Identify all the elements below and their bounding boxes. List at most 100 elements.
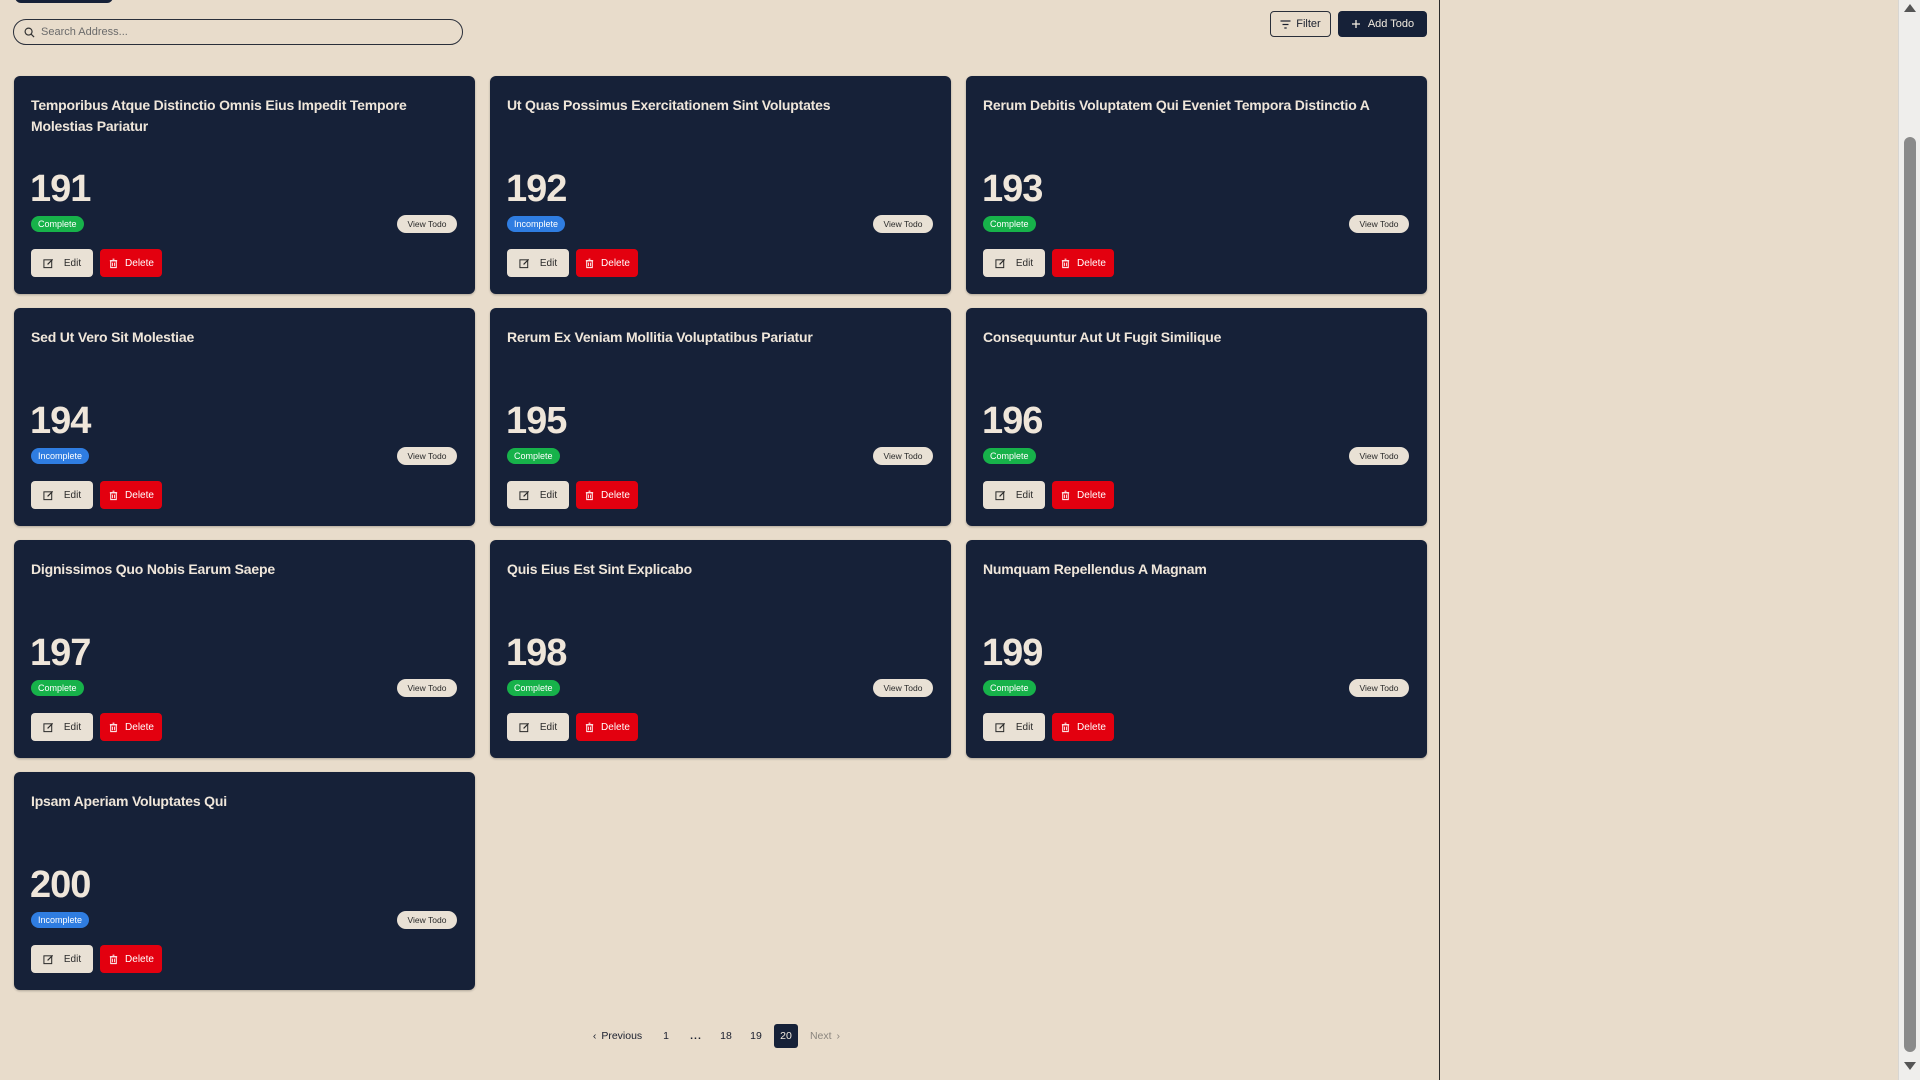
trash-icon (584, 258, 595, 269)
delete-button[interactable]: Delete (1052, 249, 1114, 277)
search-input[interactable] (41, 26, 462, 38)
edit-button[interactable]: Edit (983, 249, 1045, 277)
todo-id: 195 (506, 400, 567, 442)
todo-title: Quis Eius Est Sint Explicabo (507, 561, 692, 577)
view-todo-button[interactable]: View Todo (397, 679, 457, 697)
filter-button[interactable]: Filter (1270, 11, 1331, 37)
filter-icon (1280, 19, 1291, 29)
edit-button[interactable]: Edit (507, 713, 569, 741)
next-label: Next (809, 1030, 832, 1042)
add-todo-button[interactable]: Add Todo (1338, 11, 1427, 37)
trash-icon (1060, 258, 1071, 269)
todo-title: Temporibus Atque Distinctio Omnis Eius I… (31, 97, 407, 134)
todo-id: 199 (982, 632, 1043, 674)
todo-id: 193 (982, 168, 1043, 210)
edit-label: Edit (539, 721, 558, 733)
trash-icon (108, 258, 119, 269)
delete-label: Delete (601, 489, 630, 501)
edit-icon (43, 258, 54, 269)
scrollbar[interactable] (1898, 0, 1920, 1080)
view-todo-button[interactable]: View Todo (873, 679, 933, 697)
status-badge: Complete (507, 680, 560, 696)
edit-label: Edit (1015, 257, 1034, 269)
page-link[interactable]: 1 (654, 1024, 678, 1048)
delete-button[interactable]: Delete (100, 249, 162, 277)
delete-label: Delete (125, 953, 154, 965)
todo-title: Rerum Ex Veniam Mollitia Voluptatibus Pa… (507, 329, 813, 345)
edit-button[interactable]: Edit (31, 481, 93, 509)
view-todo-button[interactable]: View Todo (397, 911, 457, 929)
view-todo-button[interactable]: View Todo (397, 447, 457, 465)
status-badge: Complete (983, 448, 1036, 464)
status-badge: Incomplete (31, 912, 90, 928)
status-badge: Complete (31, 216, 84, 232)
chevron-right-icon: › (836, 1030, 841, 1042)
add-todo-label: Add Todo (1367, 18, 1415, 30)
delete-label: Delete (601, 721, 630, 733)
view-todo-button[interactable]: View Todo (397, 215, 457, 233)
delete-button[interactable]: Delete (100, 713, 162, 741)
status-badge: Incomplete (507, 216, 566, 232)
edit-button[interactable]: Edit (507, 481, 569, 509)
view-todo-button[interactable]: View Todo (1349, 679, 1409, 697)
delete-button[interactable]: Delete (1052, 713, 1114, 741)
delete-button[interactable]: Delete (576, 249, 638, 277)
todo-id: 192 (506, 168, 567, 210)
delete-label: Delete (1077, 257, 1106, 269)
edit-label: Edit (63, 257, 82, 269)
edit-label: Edit (63, 953, 82, 965)
todo-title: Consequuntur Aut Ut Fugit Similique (983, 329, 1222, 345)
todo-card: Consequuntur Aut Ut Fugit Similique 196 Co… (966, 308, 1427, 526)
edit-button[interactable]: Edit (983, 713, 1045, 741)
delete-label: Delete (1077, 489, 1106, 501)
trash-icon (1060, 490, 1071, 501)
edit-icon (995, 722, 1006, 733)
trash-icon (108, 722, 119, 733)
page-link[interactable]: 19 (744, 1024, 768, 1048)
todo-title: Ut Quas Possimus Exercitationem Sint Vol… (507, 97, 831, 113)
todo-id: 197 (30, 632, 91, 674)
view-todo-button[interactable]: View Todo (873, 215, 933, 233)
edit-label: Edit (1015, 489, 1034, 501)
delete-button[interactable]: Delete (1052, 481, 1114, 509)
scroll-up-icon[interactable] (1904, 4, 1916, 12)
todo-id: 198 (506, 632, 567, 674)
current-page[interactable]: 20 (774, 1024, 798, 1048)
search-icon (24, 27, 35, 38)
todo-card: Rerum Debitis Voluptatem Qui Eveniet Tem… (966, 76, 1427, 294)
status-badge: Complete (983, 680, 1036, 696)
window-background (1441, 0, 1896, 1080)
delete-label: Delete (125, 257, 154, 269)
scrollbar-thumb[interactable] (1904, 137, 1916, 1052)
edit-button[interactable]: Edit (507, 249, 569, 277)
todo-title: Numquam Repellendus A Magnam (983, 561, 1207, 577)
pagination: ‹ Previous 1 ... 18 19 20 Next › (585, 1024, 846, 1048)
todo-id: 194 (30, 400, 91, 442)
delete-button[interactable]: Delete (100, 945, 162, 973)
top-button-partial[interactable] (15, 0, 113, 3)
delete-label: Delete (125, 489, 154, 501)
todo-title: Dignissimos Quo Nobis Earum Saepe (31, 561, 275, 577)
search-bar[interactable] (13, 19, 463, 45)
status-badge: Complete (31, 680, 84, 696)
edit-button[interactable]: Edit (983, 481, 1045, 509)
trash-icon (584, 722, 595, 733)
edit-icon (519, 490, 530, 501)
edit-button[interactable]: Edit (31, 945, 93, 973)
delete-button[interactable]: Delete (576, 481, 638, 509)
view-todo-button[interactable]: View Todo (873, 447, 933, 465)
todo-card: Rerum Ex Veniam Mollitia Voluptatibus Pa… (490, 308, 951, 526)
edit-button[interactable]: Edit (31, 249, 93, 277)
delete-button[interactable]: Delete (100, 481, 162, 509)
view-todo-button[interactable]: View Todo (1349, 215, 1409, 233)
todo-grid: Temporibus Atque Distinctio Omnis Eius I… (14, 76, 1427, 990)
view-todo-button[interactable]: View Todo (1349, 447, 1409, 465)
todo-title: Ipsam Aperiam Voluptates Qui (31, 793, 227, 809)
page-link[interactable]: 18 (714, 1024, 738, 1048)
edit-button[interactable]: Edit (31, 713, 93, 741)
edit-label: Edit (63, 489, 82, 501)
previous-page-button[interactable]: ‹ Previous (585, 1024, 650, 1048)
scroll-down-icon[interactable] (1904, 1062, 1916, 1070)
next-page-button[interactable]: Next › (804, 1024, 846, 1048)
delete-button[interactable]: Delete (576, 713, 638, 741)
